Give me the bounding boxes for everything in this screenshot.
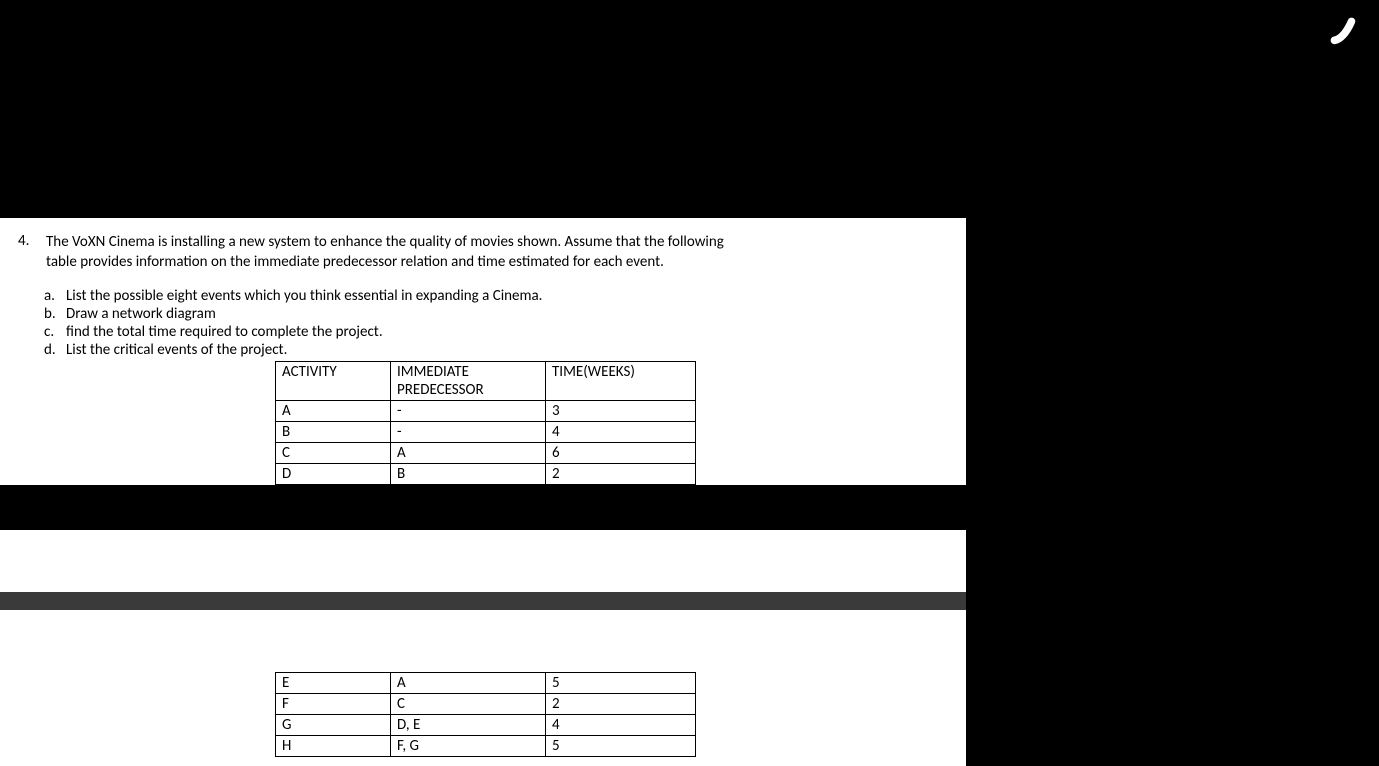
cell-time: 6 <box>546 442 696 463</box>
cell-predecessor: F, G <box>391 736 546 757</box>
cell-activity: F <box>276 694 391 715</box>
sub-letter: d. <box>44 341 66 359</box>
page-spacer <box>0 530 966 592</box>
cell-predecessor: A <box>391 442 546 463</box>
table-row: G D, E 4 <box>276 715 696 736</box>
cell-activity: H <box>276 736 391 757</box>
sub-letter: a. <box>44 287 66 305</box>
cell-time: 5 <box>546 673 696 694</box>
cell-activity: C <box>276 442 391 463</box>
question-4: 4. The VoXN Cinema is installing a new s… <box>18 232 948 273</box>
activity-table-lower-wrap: E A 5 F C 2 G D, E 4 H F, G 5 <box>275 672 966 757</box>
subquestion-c: c. find the total time required to compl… <box>44 323 948 341</box>
cell-activity: E <box>276 673 391 694</box>
sub-text: Draw a network diagram <box>66 305 216 323</box>
subquestion-d: d. List the critical events of the proje… <box>44 341 948 359</box>
subquestion-list: a. List the possible eight events which … <box>44 287 948 359</box>
question-text: The VoXN Cinema is installing a new syst… <box>46 232 948 273</box>
subquestion-b: b. Draw a network diagram <box>44 305 948 323</box>
th-time: TIME(WEEKS) <box>546 361 696 400</box>
table-row: E A 5 <box>276 673 696 694</box>
table-row: B - 4 <box>276 421 696 442</box>
page-gap-band <box>0 592 966 610</box>
activity-table-upper-wrap: ACTIVITY IMMEDIATE PREDECESSOR TIME(WEEK… <box>275 361 948 485</box>
cell-activity: B <box>276 421 391 442</box>
cell-activity: A <box>276 400 391 421</box>
th-activity: ACTIVITY <box>276 361 391 400</box>
question-text-line2: table provides information on the immedi… <box>46 253 664 271</box>
cell-time: 3 <box>546 400 696 421</box>
activity-table-upper: ACTIVITY IMMEDIATE PREDECESSOR TIME(WEEK… <box>275 361 696 485</box>
sub-text: List the possible eight events which you… <box>66 287 542 305</box>
subquestion-a: a. List the possible eight events which … <box>44 287 948 305</box>
th-predecessor-l1: IMMEDIATE <box>397 363 469 381</box>
cell-predecessor: B <box>391 463 546 484</box>
sub-text: find the total time required to complete… <box>66 323 383 341</box>
cell-time: 2 <box>546 694 696 715</box>
cell-predecessor: C <box>391 694 546 715</box>
th-predecessor-l2: PREDECESSOR <box>397 381 484 399</box>
cell-predecessor: A <box>391 673 546 694</box>
question-number: 4. <box>18 232 46 250</box>
sub-letter: c. <box>44 323 66 341</box>
cell-activity: D <box>276 463 391 484</box>
cell-predecessor: - <box>391 400 546 421</box>
document-page-upper: 4. The VoXN Cinema is installing a new s… <box>0 218 966 485</box>
question-text-line1: The VoXN Cinema is installing a new syst… <box>46 233 724 251</box>
cell-predecessor: D, E <box>391 715 546 736</box>
sub-text: List the critical events of the project. <box>66 341 287 359</box>
table-row: C A 6 <box>276 442 696 463</box>
cell-time: 4 <box>546 421 696 442</box>
cell-activity: G <box>276 715 391 736</box>
sub-letter: b. <box>44 305 66 323</box>
th-predecessor: IMMEDIATE PREDECESSOR <box>391 361 546 400</box>
cell-time: 5 <box>546 736 696 757</box>
table-row: A - 3 <box>276 400 696 421</box>
cell-time: 2 <box>546 463 696 484</box>
table-row: F C 2 <box>276 694 696 715</box>
document-page-lower: E A 5 F C 2 G D, E 4 H F, G 5 <box>0 610 966 766</box>
page-boundary-dashed <box>0 529 1379 530</box>
table-row: H F, G 5 <box>276 736 696 757</box>
table-row: D B 2 <box>276 463 696 484</box>
cell-time: 4 <box>546 715 696 736</box>
corner-mark-icon <box>1323 10 1361 48</box>
cell-predecessor: - <box>391 421 546 442</box>
activity-table-lower: E A 5 F C 2 G D, E 4 H F, G 5 <box>275 672 696 757</box>
table-header-row: ACTIVITY IMMEDIATE PREDECESSOR TIME(WEEK… <box>276 361 696 400</box>
